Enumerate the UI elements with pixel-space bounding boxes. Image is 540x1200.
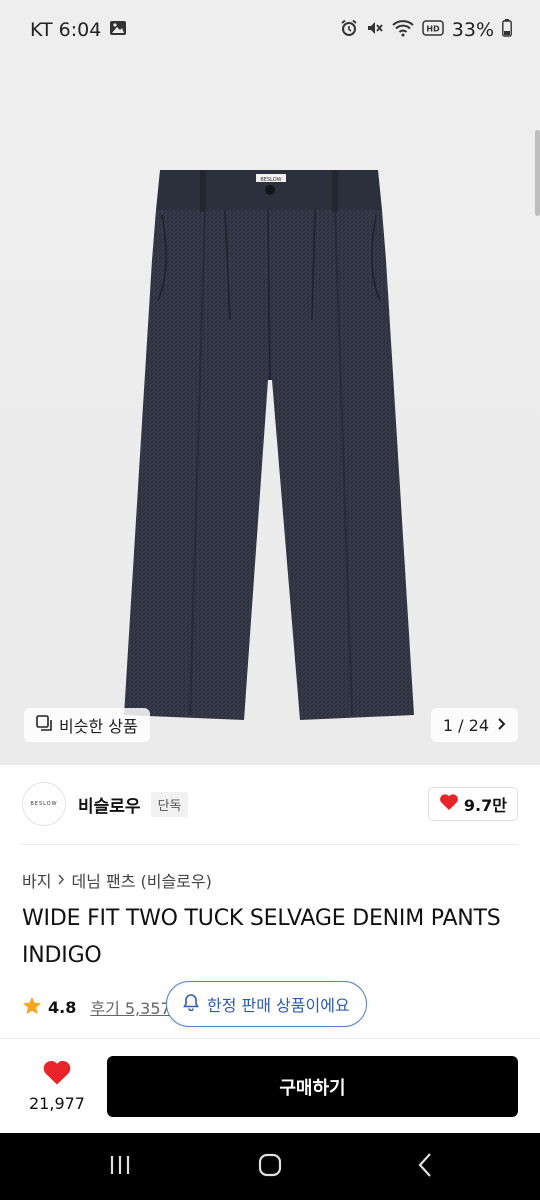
- buy-button-label: 구매하기: [279, 1077, 346, 1099]
- image-pager-text: 1 / 24: [442, 715, 489, 735]
- favorite-button[interactable]: 21,977: [22, 1054, 92, 1118]
- exclusive-badge: 단독: [150, 791, 189, 817]
- rating-row: 4.8 후기 5,357: [22, 990, 171, 1024]
- bell-icon: [183, 993, 199, 1015]
- home-icon: [257, 1152, 283, 1182]
- carrier-time: KT 6:04: [30, 19, 102, 41]
- battery-percent: 33%: [451, 19, 494, 41]
- gallery-icon: [109, 19, 127, 41]
- brand-logo-text: BESLOW: [30, 801, 58, 807]
- product-image: BESLOW: [124, 170, 414, 720]
- status-bar: KT 6:04 HD 33%: [0, 0, 540, 60]
- wifi-icon: [392, 19, 414, 42]
- brand-row: BESLOW 비슬로우 단독 9.7만: [0, 776, 540, 832]
- svg-text:HD: HD: [426, 25, 440, 34]
- breadcrumb: 바지 데님 팬츠 (비슬로우): [22, 868, 212, 892]
- limited-sale-tooltip: 한정 판매 상품이에요: [166, 981, 367, 1027]
- brand-name[interactable]: 비슬로우: [78, 792, 141, 817]
- image-pager-button[interactable]: 1 / 24: [430, 708, 518, 742]
- buy-button[interactable]: 구매하기: [107, 1056, 518, 1117]
- status-left: KT 6:04: [30, 19, 127, 41]
- system-navigation-bar: [0, 1133, 540, 1200]
- home-button[interactable]: [225, 1133, 315, 1200]
- recent-apps-button[interactable]: [75, 1133, 165, 1200]
- battery-icon: [502, 18, 512, 42]
- limited-sale-text: 한정 판매 상품이에요: [207, 996, 350, 1015]
- product-image-gallery[interactable]: BESLOW: [0, 60, 540, 765]
- similar-items-label: 비슷한 상품: [59, 717, 138, 736]
- star-icon: [22, 996, 42, 1019]
- similar-items-icon: [36, 714, 53, 736]
- scrollbar-thumb[interactable]: [535, 130, 540, 216]
- heart-icon: [42, 1059, 72, 1090]
- heart-icon: [439, 793, 459, 815]
- chevron-right-icon: [497, 716, 506, 735]
- favorite-count: 21,977: [29, 1094, 85, 1113]
- review-count-link[interactable]: 후기 5,357: [90, 995, 170, 1019]
- breadcrumb-category[interactable]: 바지: [22, 868, 51, 892]
- garment-label-text: BESLOW: [260, 177, 281, 183]
- similar-items-button[interactable]: 비슷한 상품: [24, 708, 150, 742]
- mute-icon: [366, 19, 384, 42]
- product-title: WIDE FIT TWO TUCK SELVAGE DENIM PANTS IN…: [22, 906, 501, 968]
- brand-like-button[interactable]: 9.7만: [427, 787, 518, 821]
- alarm-icon: [340, 19, 358, 42]
- brand-like-count: 9.7만: [463, 796, 507, 815]
- back-button[interactable]: [380, 1133, 470, 1200]
- breadcrumb-subcategory[interactable]: 데님 팬츠 (비슬로우): [71, 868, 211, 892]
- recent-apps-icon: [108, 1154, 132, 1180]
- back-icon: [417, 1152, 433, 1182]
- rating-value: 4.8: [48, 997, 77, 1017]
- brand-logo[interactable]: BESLOW: [22, 782, 66, 826]
- status-right: HD 33%: [340, 18, 512, 42]
- chevron-right-icon: [57, 871, 65, 890]
- purchase-bar-separator: [0, 1038, 540, 1039]
- divider: [22, 844, 518, 845]
- hd-icon: HD: [422, 19, 444, 41]
